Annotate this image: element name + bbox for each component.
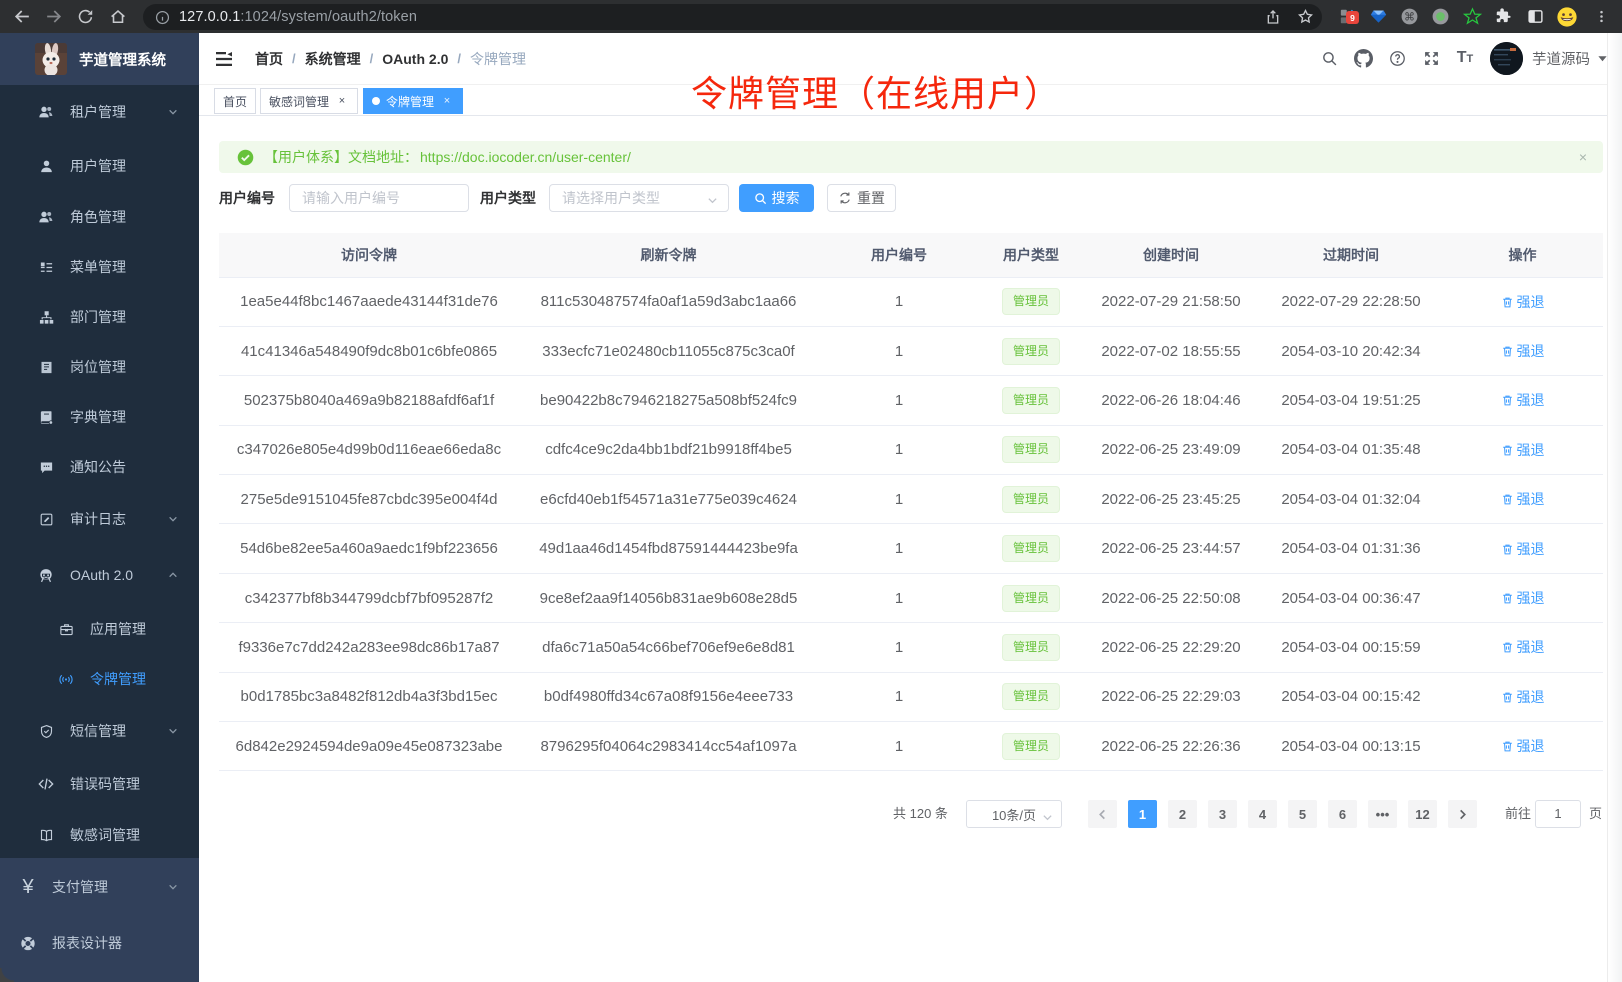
svg-text:⌘: ⌘ <box>1403 11 1414 23</box>
